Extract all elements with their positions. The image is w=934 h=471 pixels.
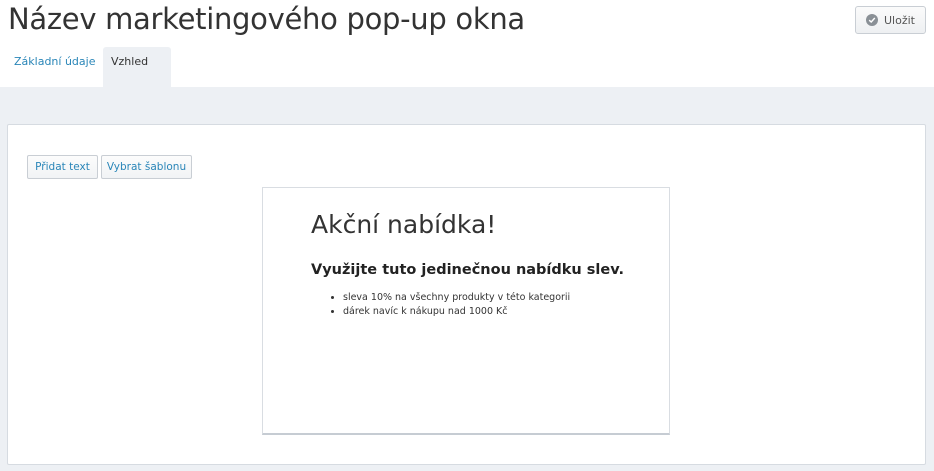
popup-subheading[interactable]: Využijte tuto jedinečnou nabídku slev. bbox=[311, 262, 624, 278]
list-item: dárek navíc k nákupu nad 1000 Kč bbox=[343, 305, 570, 319]
choose-template-button[interactable]: Vybrat šablonu bbox=[101, 155, 192, 179]
save-button[interactable]: Uložit bbox=[855, 6, 926, 34]
check-circle-icon bbox=[866, 14, 878, 26]
tab-bar: Základní údaje Vzhled bbox=[0, 47, 171, 87]
save-button-label: Uložit bbox=[884, 13, 915, 27]
list-item: sleva 10% na všechny produkty v této kat… bbox=[343, 291, 570, 305]
add-text-button[interactable]: Přidat text bbox=[27, 155, 98, 179]
tab-appearance[interactable]: Vzhled bbox=[103, 47, 171, 87]
tab-basic-info[interactable]: Základní údaje bbox=[0, 47, 103, 87]
popup-offer-list[interactable]: sleva 10% na všechny produkty v této kat… bbox=[343, 291, 570, 319]
page-title: Název marketingového pop-up okna bbox=[8, 2, 525, 36]
popup-heading[interactable]: Akční nabídka! bbox=[311, 210, 496, 239]
popup-preview[interactable]: Akční nabídka! Využijte tuto jedinečnou … bbox=[262, 187, 670, 435]
